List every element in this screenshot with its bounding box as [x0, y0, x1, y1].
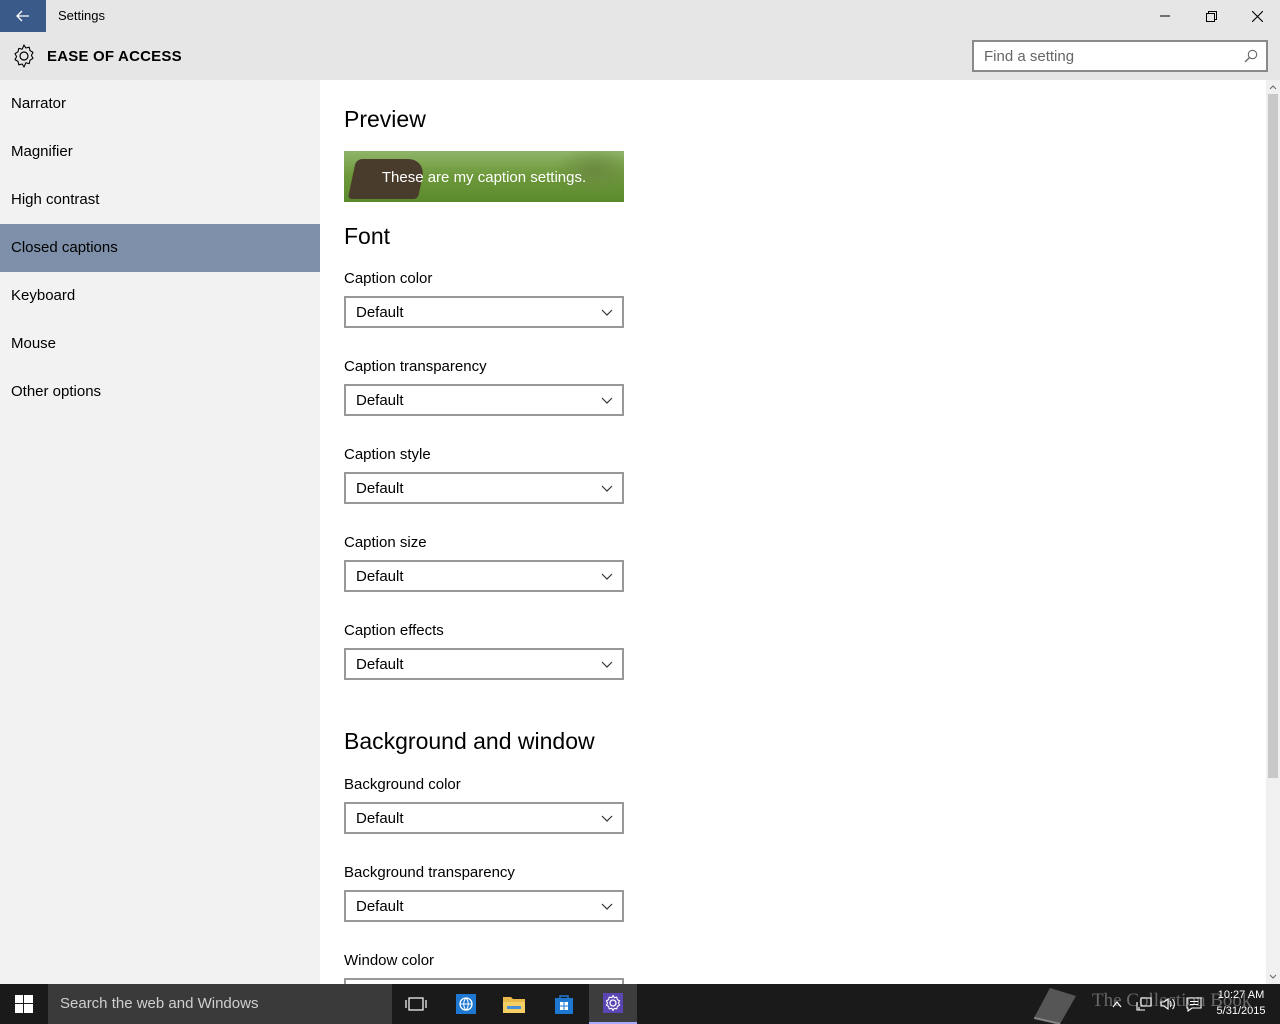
scrollbar-thumb[interactable]: [1268, 94, 1278, 778]
sidebar-item-narrator[interactable]: Narrator: [0, 80, 320, 128]
sidebar-item-other-options[interactable]: Other options: [0, 368, 320, 416]
show-hidden-icons-button[interactable]: [1112, 984, 1122, 1024]
store-button[interactable]: [540, 984, 588, 1024]
clock-date: 5/31/2015: [1216, 1005, 1266, 1017]
close-icon: [1251, 10, 1263, 22]
chevron-down-icon: [601, 485, 613, 492]
back-arrow-icon: [16, 10, 29, 22]
search-icon[interactable]: [1244, 49, 1258, 63]
dropdown-value: Default: [356, 810, 404, 827]
taskbar: Search the web and Windows The Collectio…: [0, 984, 1280, 1024]
title-bar: Settings: [0, 0, 1280, 32]
dropdown-value: Default: [356, 656, 404, 673]
action-center-button[interactable]: [1186, 984, 1202, 1024]
caption-preview: These are my caption settings.: [344, 151, 624, 202]
font-heading: Font: [344, 223, 391, 249]
chevron-down-icon: [601, 573, 613, 580]
task-view-icon: [405, 997, 427, 1011]
chevron-down-icon: [601, 815, 613, 822]
main-content: Preview These are my caption settings. F…: [320, 80, 1266, 984]
sidebar-item-mouse[interactable]: Mouse: [0, 320, 320, 368]
caption-style-dropdown[interactable]: Default: [344, 472, 624, 504]
minimize-button[interactable]: [1142, 0, 1188, 32]
scroll-up-arrow-icon[interactable]: [1266, 80, 1280, 94]
settings-icon: [603, 993, 623, 1013]
chevron-up-icon: [1112, 1001, 1122, 1008]
dropdown-value: Default: [356, 304, 404, 321]
taskbar-search-box[interactable]: Search the web and Windows: [48, 984, 392, 1024]
internet-explorer-icon: [456, 994, 476, 1014]
settings-header: EASE OF ACCESS: [0, 32, 1280, 80]
page-title: EASE OF ACCESS: [47, 48, 182, 65]
start-button[interactable]: [0, 984, 48, 1024]
search-box[interactable]: [972, 40, 1268, 72]
background-window-heading: Background and window: [344, 728, 595, 754]
clock[interactable]: 10:27 AM 5/31/2015: [1212, 987, 1270, 1019]
dropdown-value: Default: [356, 480, 404, 497]
settings-taskbar-button[interactable]: [589, 984, 637, 1024]
sidebar: Narrator Magnifier High contrast Closed …: [0, 80, 320, 984]
chevron-down-icon: [601, 903, 613, 910]
caption-effects-dropdown[interactable]: Default: [344, 648, 624, 680]
chevron-down-icon: [601, 309, 613, 316]
scroll-down-arrow-icon[interactable]: [1266, 970, 1280, 984]
caption-size-label: Caption size: [344, 534, 427, 551]
preview-heading: Preview: [344, 106, 426, 132]
window-color-label: Window color: [344, 952, 435, 969]
close-button[interactable]: [1234, 0, 1280, 32]
task-view-button[interactable]: [392, 984, 440, 1024]
volume-icon: [1160, 997, 1175, 1011]
caption-color-dropdown[interactable]: Default: [344, 296, 624, 328]
scrollbar[interactable]: [1266, 80, 1280, 984]
restore-icon: [1205, 10, 1217, 22]
window-title: Settings: [58, 8, 105, 23]
background-transparency-dropdown[interactable]: Default: [344, 890, 624, 922]
book-icon: [1033, 988, 1076, 1024]
internet-explorer-button[interactable]: [442, 984, 490, 1024]
dropdown-value: Default: [356, 392, 404, 409]
back-button[interactable]: [0, 0, 46, 32]
action-center-icon: [1186, 996, 1202, 1012]
clock-time: 10:27 AM: [1217, 989, 1265, 1001]
caption-transparency-dropdown[interactable]: Default: [344, 384, 624, 416]
dropdown-value: Default: [356, 898, 404, 915]
background-transparency-label: Background transparency: [344, 864, 515, 881]
background-color-dropdown[interactable]: Default: [344, 802, 624, 834]
caption-effects-label: Caption effects: [344, 622, 444, 639]
caption-style-label: Caption style: [344, 446, 431, 463]
file-explorer-button[interactable]: [490, 984, 538, 1024]
preview-caption-text: These are my caption settings.: [381, 169, 587, 186]
chevron-down-icon: [601, 397, 613, 404]
search-input[interactable]: [974, 42, 1234, 70]
caption-color-label: Caption color: [344, 270, 433, 287]
gear-icon: [14, 44, 34, 68]
store-icon: [555, 995, 573, 1014]
caption-transparency-label: Caption transparency: [344, 358, 487, 375]
network-icon: [1136, 997, 1152, 1011]
network-button[interactable]: [1136, 984, 1152, 1024]
volume-button[interactable]: [1160, 984, 1176, 1024]
chevron-down-icon: [601, 661, 613, 668]
sidebar-item-magnifier[interactable]: Magnifier: [0, 128, 320, 176]
minimize-icon: [1160, 15, 1170, 17]
sidebar-item-keyboard[interactable]: Keyboard: [0, 272, 320, 320]
restore-button[interactable]: [1188, 0, 1234, 32]
background-color-label: Background color: [344, 776, 461, 793]
caption-size-dropdown[interactable]: Default: [344, 560, 624, 592]
windows-start-icon: [15, 995, 33, 1013]
sidebar-item-high-contrast[interactable]: High contrast: [0, 176, 320, 224]
taskbar-search-text: Search the web and Windows: [60, 995, 259, 1012]
dropdown-value: Default: [356, 568, 404, 585]
file-explorer-icon: [503, 997, 525, 1013]
sidebar-item-closed-captions[interactable]: Closed captions: [0, 224, 320, 272]
